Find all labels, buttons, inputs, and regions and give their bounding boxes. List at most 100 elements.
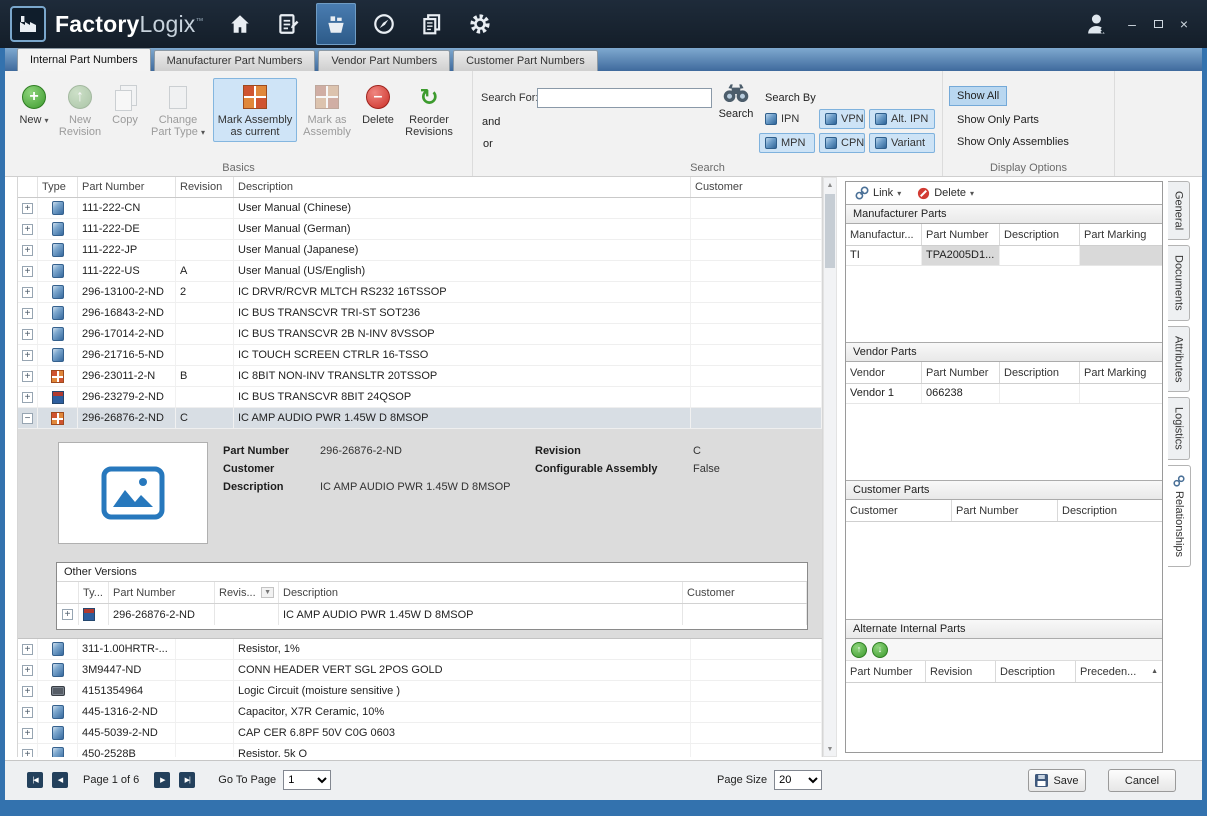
column-header-type[interactable]: Type xyxy=(38,177,78,197)
column-header-precedence[interactable]: Preceden...▲ xyxy=(1076,661,1162,682)
expand-icon[interactable]: + xyxy=(22,245,33,256)
tab-manufacturer-part-numbers[interactable]: Manufacturer Part Numbers xyxy=(154,50,316,71)
vertical-scrollbar[interactable]: ▲ ▼ xyxy=(823,177,837,757)
settings-gear-icon[interactable] xyxy=(460,3,500,45)
first-page-button[interactable]: |◀ xyxy=(27,772,43,788)
user-logout-icon[interactable] xyxy=(1075,3,1119,45)
expand-icon[interactable]: + xyxy=(22,728,33,739)
column-header-description[interactable]: Description xyxy=(234,177,691,197)
change-part-type-button[interactable]: Change Part Type ▾ xyxy=(145,78,211,143)
search-by-mpn-toggle[interactable]: MPN xyxy=(759,133,815,153)
move-up-button[interactable]: ↑ xyxy=(851,642,867,658)
column-header-part-number[interactable]: Part Number xyxy=(922,224,1000,245)
table-row-selected[interactable]: −296-26876-2-NDCIC AMP AUDIO PWR 1.45W D… xyxy=(18,408,822,429)
expand-icon[interactable]: + xyxy=(22,392,33,403)
new-button[interactable]: + New ▾ xyxy=(15,78,53,131)
parts-nav-icon[interactable] xyxy=(316,3,356,45)
copy-button[interactable]: Copy xyxy=(107,78,143,130)
go-to-page-select[interactable]: 1 xyxy=(283,770,331,790)
reorder-revisions-button[interactable]: ↻ Reorder Revisions xyxy=(401,78,457,142)
navigator-nav-icon[interactable] xyxy=(364,3,404,45)
collapse-icon[interactable]: − xyxy=(22,413,33,424)
table-row[interactable]: +450-2528BResistor, 5k O xyxy=(18,744,822,757)
column-header-customer[interactable]: Customer xyxy=(846,500,952,521)
expand-icon[interactable]: + xyxy=(22,686,33,697)
expand-icon[interactable]: + xyxy=(22,371,33,382)
ov-column-description[interactable]: Description xyxy=(279,582,683,603)
search-by-vpn-toggle[interactable]: VPN xyxy=(819,109,865,129)
table-row[interactable]: +445-1316-2-NDCapacitor, X7R Ceramic, 10… xyxy=(18,702,822,723)
table-row[interactable]: +296-23011-2-NBIC 8BIT NON-INV TRANSLTR … xyxy=(18,366,822,387)
home-nav-icon[interactable] xyxy=(220,3,260,45)
search-by-ipn-toggle[interactable]: IPN xyxy=(759,109,815,129)
ov-column-revision[interactable]: Revis...▼ xyxy=(215,582,279,603)
filter-icon[interactable]: ▼ xyxy=(261,587,274,598)
expand-icon[interactable]: + xyxy=(62,609,73,620)
move-down-button[interactable]: ↓ xyxy=(872,642,888,658)
search-button[interactable]: Search xyxy=(713,81,759,120)
search-by-cpn-toggle[interactable]: CPN xyxy=(819,133,865,153)
expand-icon[interactable]: + xyxy=(22,308,33,319)
search-by-alt-ipn-toggle[interactable]: Alt. IPN xyxy=(869,109,935,129)
tab-internal-part-numbers[interactable]: Internal Part Numbers xyxy=(17,48,151,71)
scrollbar-thumb[interactable] xyxy=(825,194,835,268)
tab-general[interactable]: General xyxy=(1168,181,1190,240)
table-row[interactable]: TI TPA2005D1... xyxy=(846,246,1162,266)
page-size-select[interactable]: 20 xyxy=(774,770,822,790)
table-row[interactable]: +445-5039-2-NDCAP CER 6.8PF 50V C0G 0603 xyxy=(18,723,822,744)
minimize-button[interactable]: – xyxy=(1119,11,1145,37)
table-row[interactable]: +111-222-JPUser Manual (Japanese) xyxy=(18,240,822,261)
expand-icon[interactable]: + xyxy=(22,350,33,361)
table-row[interactable]: +3M9447-NDCONN HEADER VERT SGL 2POS GOLD xyxy=(18,660,822,681)
table-row[interactable]: +296-13100-2-ND2IC DRVR/RCVR MLTCH RS232… xyxy=(18,282,822,303)
expand-icon[interactable]: + xyxy=(22,287,33,298)
new-revision-button[interactable]: ↑ New Revision xyxy=(55,78,105,142)
column-header-description[interactable]: Description xyxy=(1058,500,1162,521)
show-only-assemblies-option[interactable]: Show Only Assemblies xyxy=(949,132,1077,152)
expand-icon[interactable]: + xyxy=(22,644,33,655)
unlink-delete-button[interactable]: Delete ▾ xyxy=(917,187,974,200)
column-header-part-marking[interactable]: Part Marking xyxy=(1080,224,1162,245)
tab-relationships[interactable]: Relationships xyxy=(1168,465,1191,567)
cancel-button[interactable]: Cancel xyxy=(1108,769,1176,792)
column-header-part-marking[interactable]: Part Marking xyxy=(1080,362,1162,383)
column-header-revision[interactable]: Revision xyxy=(176,177,234,197)
documents-nav-icon[interactable] xyxy=(412,3,452,45)
show-all-option[interactable]: Show All xyxy=(949,86,1007,106)
expand-icon[interactable]: + xyxy=(22,329,33,340)
table-row[interactable]: +111-222-CNUser Manual (Chinese) xyxy=(18,198,822,219)
tab-attributes[interactable]: Attributes xyxy=(1168,326,1190,392)
expand-icon[interactable]: + xyxy=(22,665,33,676)
table-row[interactable]: +296-17014-2-NDIC BUS TRANSCVR 2B N-INV … xyxy=(18,324,822,345)
tab-vendor-part-numbers[interactable]: Vendor Part Numbers xyxy=(318,50,450,71)
mark-assembly-as-current-button[interactable]: Mark Assembly as current xyxy=(213,78,297,142)
table-row[interactable]: +311-1.00HRTR-...Resistor, 1% xyxy=(18,639,822,660)
mark-as-assembly-button[interactable]: Mark as Assembly xyxy=(299,78,355,142)
column-header-revision[interactable]: Revision xyxy=(926,661,996,682)
show-only-parts-option[interactable]: Show Only Parts xyxy=(949,110,1047,130)
table-row[interactable]: +111-222-DEUser Manual (German) xyxy=(18,219,822,240)
column-header-description[interactable]: Description xyxy=(996,661,1076,682)
column-header-manufacturer[interactable]: Manufactur... xyxy=(846,224,922,245)
expand-icon[interactable]: + xyxy=(22,203,33,214)
save-button[interactable]: Save xyxy=(1028,769,1086,792)
table-row[interactable]: +296-16843-2-NDIC BUS TRANSCVR TRI-ST SO… xyxy=(18,303,822,324)
expand-icon[interactable]: + xyxy=(22,266,33,277)
search-by-variant-toggle[interactable]: Variant xyxy=(869,133,935,153)
column-header-part-number[interactable]: Part Number xyxy=(846,661,926,682)
scroll-up-icon[interactable]: ▲ xyxy=(824,178,836,192)
table-row[interactable]: + 296-26876-2-ND IC AMP AUDIO PWR 1.45W … xyxy=(57,604,807,625)
last-page-button[interactable]: ▶| xyxy=(179,772,195,788)
column-header-description[interactable]: Description xyxy=(1000,362,1080,383)
ov-column-type[interactable]: Ty... xyxy=(79,582,109,603)
next-page-button[interactable]: ▶ xyxy=(154,772,170,788)
ov-column-part-number[interactable]: Part Number xyxy=(109,582,215,603)
scroll-down-icon[interactable]: ▼ xyxy=(824,742,836,756)
tab-documents[interactable]: Documents xyxy=(1168,245,1190,321)
column-header-description[interactable]: Description xyxy=(1000,224,1080,245)
worksheet-nav-icon[interactable] xyxy=(268,3,308,45)
tab-customer-part-numbers[interactable]: Customer Part Numbers xyxy=(453,50,598,71)
part-image-placeholder[interactable] xyxy=(58,442,208,544)
column-header-part-number[interactable]: Part Number xyxy=(952,500,1058,521)
column-header-vendor[interactable]: Vendor xyxy=(846,362,922,383)
